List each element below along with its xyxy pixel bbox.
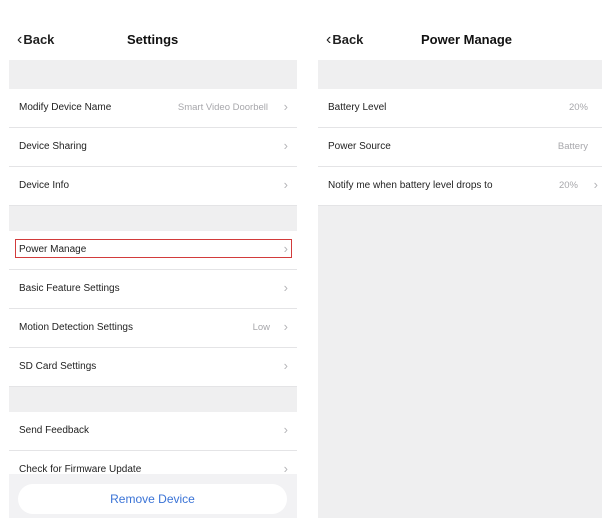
section-gap bbox=[318, 60, 602, 89]
row-basic-feature-settings[interactable]: Basic Feature Settings › bbox=[9, 270, 297, 309]
row-motion-detection-settings[interactable]: Motion Detection Settings Low › bbox=[9, 309, 297, 348]
row-value: 20% bbox=[568, 102, 588, 113]
row-label: Power Manage bbox=[19, 244, 87, 255]
status-bar bbox=[9, 0, 297, 14]
row-label: Device Info bbox=[19, 180, 70, 191]
chevron-right-icon: › bbox=[593, 177, 598, 192]
row-value: Smart Video Doorbell bbox=[177, 102, 268, 113]
chevron-right-icon: › bbox=[283, 358, 288, 373]
row-label: Device Sharing bbox=[19, 141, 87, 152]
row-label: Basic Feature Settings bbox=[19, 283, 120, 294]
row-battery-level: Battery Level 20% bbox=[318, 89, 602, 128]
row-value: Battery bbox=[557, 141, 588, 152]
row-device-info[interactable]: Device Info › bbox=[9, 167, 297, 206]
section-gap bbox=[9, 60, 297, 89]
section-gap bbox=[9, 387, 297, 412]
row-sd-card-settings[interactable]: SD Card Settings › bbox=[9, 348, 297, 387]
row-power-source: Power Source Battery bbox=[318, 128, 602, 167]
row-send-feedback[interactable]: Send Feedback › bbox=[9, 412, 297, 451]
row-modify-device-name[interactable]: Modify Device Name Smart Video Doorbell … bbox=[9, 89, 297, 128]
chevron-right-icon: › bbox=[283, 280, 288, 295]
empty-background bbox=[318, 206, 602, 518]
chevron-left-icon: ‹ bbox=[326, 31, 332, 48]
power-manage-screen: ‹ Back Power Manage Battery Level 20% Po… bbox=[318, 0, 602, 518]
row-label: SD Card Settings bbox=[19, 361, 97, 372]
row-label: Battery Level bbox=[328, 102, 387, 113]
row-label: Notify me when battery level drops to bbox=[328, 180, 493, 191]
chevron-right-icon: › bbox=[283, 138, 288, 153]
back-label: Back bbox=[23, 32, 55, 47]
row-power-manage[interactable]: Power Manage › bbox=[9, 231, 297, 270]
page-title: Power Manage bbox=[421, 32, 513, 47]
row-value: 20% bbox=[558, 180, 578, 191]
chevron-right-icon: › bbox=[283, 177, 288, 192]
row-label: Send Feedback bbox=[19, 425, 90, 436]
chevron-right-icon: › bbox=[283, 422, 288, 437]
section-gap bbox=[9, 206, 297, 231]
row-device-sharing[interactable]: Device Sharing › bbox=[9, 128, 297, 167]
chevron-right-icon: › bbox=[283, 319, 288, 334]
status-bar bbox=[318, 0, 602, 14]
row-label: Modify Device Name bbox=[19, 102, 112, 113]
page-title: Settings bbox=[127, 32, 179, 47]
row-label: Power Source bbox=[328, 141, 391, 152]
row-notify-battery-threshold[interactable]: Notify me when battery level drops to 20… bbox=[318, 167, 602, 206]
settings-screen: ‹ Back Settings Modify Device Name Smart… bbox=[9, 0, 297, 518]
power-manage-nav-bar: ‹ Back Power Manage bbox=[318, 22, 602, 60]
footer-bar: Remove Device bbox=[9, 474, 297, 518]
remove-device-button[interactable]: Remove Device bbox=[18, 484, 287, 514]
row-value: Low bbox=[252, 322, 270, 333]
back-button[interactable]: ‹ Back bbox=[17, 31, 55, 48]
chevron-right-icon: › bbox=[283, 99, 288, 114]
row-label: Motion Detection Settings bbox=[19, 322, 133, 333]
chevron-left-icon: ‹ bbox=[17, 31, 23, 48]
chevron-right-icon: › bbox=[283, 241, 288, 256]
back-label: Back bbox=[332, 32, 364, 47]
back-button[interactable]: ‹ Back bbox=[326, 31, 364, 48]
settings-nav-bar: ‹ Back Settings bbox=[9, 22, 297, 60]
